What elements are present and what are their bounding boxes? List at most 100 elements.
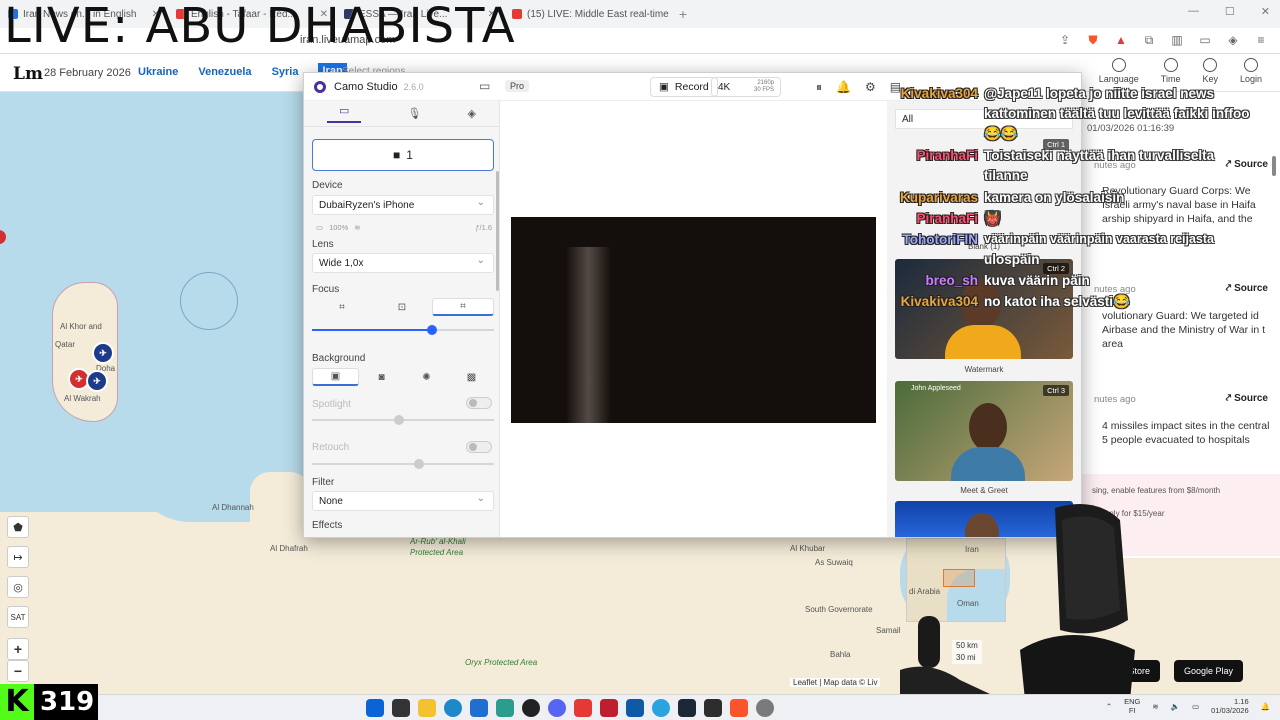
telegram-icon[interactable]	[652, 699, 670, 717]
gear-icon[interactable]: ⚙	[865, 80, 876, 95]
pro-badge[interactable]: Pro	[505, 80, 530, 92]
nav-syria[interactable]: Syria	[272, 66, 299, 79]
hide-layer-button[interactable]: ◎	[7, 576, 29, 598]
focus-manual-icon[interactable]: ⌗	[432, 298, 494, 316]
site-top-menu: Language Time Key Login	[1099, 58, 1262, 84]
event-marker[interactable]: ✈	[86, 370, 108, 392]
extensions-icon[interactable]: ⧉	[1142, 33, 1156, 48]
draw-shape-button[interactable]: ⬟	[7, 516, 29, 538]
settings-icon[interactable]	[756, 699, 774, 717]
wallet-icon[interactable]: ▭	[1198, 33, 1212, 48]
filezilla-icon[interactable]	[600, 699, 618, 717]
battery-icon[interactable]: ▭	[1192, 702, 1199, 711]
windows-start-icon[interactable]	[366, 699, 384, 717]
camera-preview[interactable]	[511, 217, 876, 423]
filter-dropdown[interactable]: None	[312, 491, 494, 511]
lens-label: Lens	[312, 239, 334, 250]
rewards-icon[interactable]: ▲	[1114, 33, 1128, 48]
battery-icon: ▭	[316, 223, 324, 232]
login-button[interactable]: Login	[1240, 58, 1262, 84]
source-link[interactable]: ⤤ Source	[1226, 393, 1268, 404]
task-view-icon[interactable]	[392, 699, 410, 717]
time-button[interactable]: Time	[1161, 58, 1180, 84]
resolution-selector[interactable]: 4K 2160p 30 FPS	[711, 77, 781, 97]
google-play-button[interactable]: Google Play	[1174, 660, 1244, 682]
news-item[interactable]: 4 missiles impact sites in the central 5…	[1082, 419, 1280, 447]
retouch-toggle[interactable]	[466, 441, 492, 453]
background-remove-icon[interactable]: ✺	[404, 372, 449, 383]
zoom-in-button[interactable]: +	[7, 638, 29, 660]
brave-icon[interactable]	[730, 699, 748, 717]
discord-icon[interactable]	[548, 699, 566, 717]
filter-label: Filter	[312, 477, 335, 488]
map-attribution[interactable]: Leaflet | Map data © Liv	[790, 678, 881, 687]
browser-tab[interactable]: (15) LIVE: Middle East real-time came...…	[504, 3, 672, 25]
key-button[interactable]: Key	[1202, 58, 1218, 84]
close-icon[interactable]: ✕	[1261, 5, 1270, 18]
input-language[interactable]: ENG FI	[1124, 697, 1140, 715]
record-button[interactable]: ▣ Record	[650, 77, 718, 97]
focus-slider[interactable]	[312, 325, 494, 335]
overlay-tile-meet-greet[interactable]: John Appleseed Ctrl 3	[895, 381, 1073, 481]
spotlight-toggle[interactable]	[466, 397, 492, 409]
share-icon[interactable]: ⇪	[1058, 33, 1072, 48]
camo-settings-tabs: ▭ 🎙 ◈	[304, 101, 499, 127]
brave-shield-icon[interactable]: ⛊	[1086, 33, 1100, 48]
tab-audio[interactable]: 🎙	[407, 107, 421, 120]
steam-icon[interactable]	[678, 699, 696, 717]
maximize-icon[interactable]: ☐	[1225, 5, 1235, 18]
promo-line: sing, enable features from $8/month	[1092, 486, 1221, 495]
device-dropdown[interactable]: DubaiRyzen's iPhone	[312, 195, 494, 215]
retouch-slider-handle[interactable]	[414, 459, 425, 469]
zoom-out-button[interactable]: −	[7, 660, 29, 682]
event-marker[interactable]: ✈	[92, 342, 114, 364]
vpn-icon[interactable]: ◈	[1226, 33, 1240, 48]
tab-layers[interactable]: ◈	[467, 107, 475, 120]
menu-icon[interactable]: ≡	[1254, 33, 1268, 48]
volume-icon[interactable]: 🔈	[1171, 702, 1180, 711]
store-icon[interactable]	[470, 699, 488, 717]
nav-ukraine[interactable]: Ukraine	[138, 66, 178, 79]
retouch-slider[interactable]	[312, 459, 494, 469]
notification-bell-icon[interactable]: 🔔	[1261, 702, 1270, 711]
app-icon-red[interactable]	[574, 699, 592, 717]
sidebar-toggle-icon[interactable]: ▭	[479, 79, 490, 93]
spotlight-slider[interactable]	[312, 415, 494, 425]
overlay-caption: Watermark	[964, 365, 1004, 374]
pause-icon[interactable]: ⏸	[816, 80, 822, 95]
chat-message: 😂😂	[984, 126, 1018, 141]
lens-dropdown[interactable]: Wide 1,0x	[312, 253, 494, 273]
file-explorer-icon[interactable]	[418, 699, 436, 717]
focus-face-icon[interactable]: ⊡	[372, 302, 432, 313]
snipping-tool-icon[interactable]	[496, 699, 514, 717]
minimize-icon[interactable]: —	[1188, 5, 1199, 18]
chevron-up-icon[interactable]: ⌃	[1106, 702, 1112, 711]
language-button[interactable]: Language	[1099, 58, 1139, 84]
background-none-icon[interactable]: ▣	[312, 368, 359, 386]
wifi-icon[interactable]: ≋	[1152, 702, 1158, 711]
app-icon-blue[interactable]	[626, 699, 644, 717]
sidebar-icon[interactable]: ▥	[1170, 33, 1184, 48]
clock[interactable]: 1.16 01/03/2026	[1211, 697, 1249, 715]
spotlight-slider-handle[interactable]	[394, 415, 405, 425]
bell-icon[interactable]: 🔔	[836, 80, 851, 95]
taskbar-apps	[366, 699, 774, 717]
stream-title: LIVE: ABU DHABISTA	[4, 0, 516, 54]
settings-scrollbar[interactable]	[496, 171, 499, 291]
tab-video[interactable]: ▭	[327, 104, 362, 123]
site-logo[interactable]: Lm	[13, 64, 43, 84]
obs-icon[interactable]	[522, 699, 540, 717]
focus-auto-icon[interactable]: ⌗	[312, 302, 372, 313]
focus-slider-handle[interactable]	[427, 325, 438, 335]
resolution-detail-fps: 30 FPS	[753, 87, 774, 93]
edge-icon[interactable]	[444, 699, 462, 717]
background-blur-icon[interactable]: ◙	[359, 372, 404, 383]
new-tab-button[interactable]: +	[672, 6, 694, 22]
satellite-button[interactable]: SAT	[7, 606, 29, 628]
site-date[interactable]: 28 February 2026	[44, 67, 131, 79]
measure-button[interactable]: ↦	[7, 546, 29, 568]
nav-venezuela[interactable]: Venezuela	[198, 66, 251, 79]
background-replace-icon[interactable]: ▩	[449, 372, 494, 383]
camera-select-button[interactable]: ■ 1	[312, 139, 494, 171]
terminal-icon[interactable]	[704, 699, 722, 717]
